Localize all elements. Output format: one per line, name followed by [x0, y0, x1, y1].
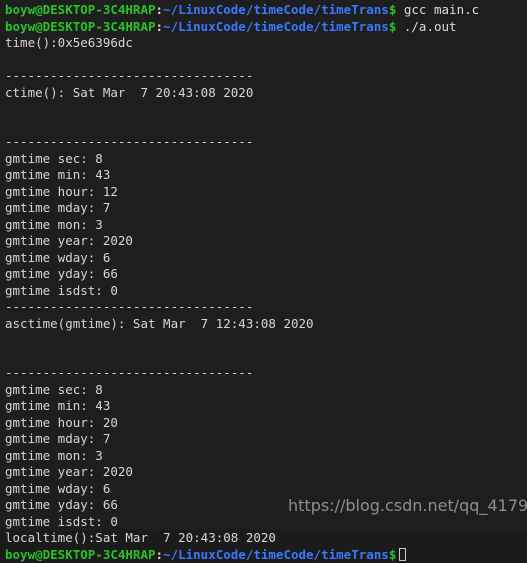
- prompt-separator: :: [156, 547, 164, 562]
- command-run: ./a.out: [396, 19, 456, 34]
- output-gmtime-year: gmtime year: 2020: [5, 233, 527, 250]
- output-localtime: localtime():Sat Mar 7 20:43:08 2020: [5, 530, 527, 547]
- output-gmtime-mon: gmtime mon: 3: [5, 217, 527, 234]
- output-localtime-year: gmtime year: 2020: [5, 464, 527, 481]
- output-localtime-hour: gmtime hour: 20: [5, 415, 527, 432]
- output-localtime-mday: gmtime mday: 7: [5, 431, 527, 448]
- output-localtime-wday: gmtime wday: 6: [5, 481, 527, 498]
- output-localtime-mon: gmtime mon: 3: [5, 448, 527, 465]
- terminal-window[interactable]: boyw@DESKTOP-3C4HRAP:~/LinuxCode/timeCod…: [0, 0, 527, 530]
- output-gmtime-mday: gmtime mday: 7: [5, 200, 527, 217]
- prompt-user-host: boyw@DESKTOP-3C4HRAP: [5, 2, 156, 17]
- blank-line: [5, 349, 527, 366]
- output-asctime: asctime(gmtime): Sat Mar 7 12:43:08 2020: [5, 316, 527, 333]
- separator-line: ---------------------------------: [5, 299, 527, 316]
- output-localtime-yday: gmtime yday: 66: [5, 497, 527, 514]
- separator-line: ---------------------------------: [5, 68, 527, 85]
- prompt-user-host: boyw@DESKTOP-3C4HRAP: [5, 547, 156, 562]
- blank-line: [5, 118, 527, 135]
- output-gmtime-hour: gmtime hour: 12: [5, 184, 527, 201]
- prompt-separator: :: [156, 19, 164, 34]
- text-cursor[interactable]: [399, 548, 406, 561]
- output-gmtime-wday: gmtime wday: 6: [5, 250, 527, 267]
- prompt-path: ~/LinuxCode/timeCode/timeTrans: [163, 19, 389, 34]
- output-gmtime-sec: gmtime sec: 8: [5, 151, 527, 168]
- output-localtime-min: gmtime min: 43: [5, 398, 527, 415]
- output-gmtime-min: gmtime min: 43: [5, 167, 527, 184]
- prompt-line-run: boyw@DESKTOP-3C4HRAP:~/LinuxCode/timeCod…: [5, 19, 527, 36]
- output-gmtime-isdst: gmtime isdst: 0: [5, 283, 527, 300]
- output-localtime-isdst: gmtime isdst: 0: [5, 514, 527, 531]
- prompt-line-compile: boyw@DESKTOP-3C4HRAP:~/LinuxCode/timeCod…: [5, 2, 527, 19]
- prompt-separator: :: [156, 2, 164, 17]
- blank-line: [5, 101, 527, 118]
- prompt-user-host: boyw@DESKTOP-3C4HRAP: [5, 19, 156, 34]
- output-localtime-sec: gmtime sec: 8: [5, 382, 527, 399]
- command-compile: gcc main.c: [396, 2, 479, 17]
- prompt-dollar: $: [389, 547, 397, 562]
- prompt-path: ~/LinuxCode/timeCode/timeTrans: [163, 2, 389, 17]
- separator-line: ---------------------------------: [5, 134, 527, 151]
- prompt-path: ~/LinuxCode/timeCode/timeTrans: [163, 547, 389, 562]
- separator-line: ---------------------------------: [5, 365, 527, 382]
- blank-line: [5, 332, 527, 349]
- blank-line: [5, 52, 527, 69]
- output-time: time():0x5e6396dc: [5, 35, 527, 52]
- output-gmtime-yday: gmtime yday: 66: [5, 266, 527, 283]
- prompt-line-active[interactable]: boyw@DESKTOP-3C4HRAP:~/LinuxCode/timeCod…: [5, 547, 527, 563]
- output-ctime: ctime(): Sat Mar 7 20:43:08 2020: [5, 85, 527, 102]
